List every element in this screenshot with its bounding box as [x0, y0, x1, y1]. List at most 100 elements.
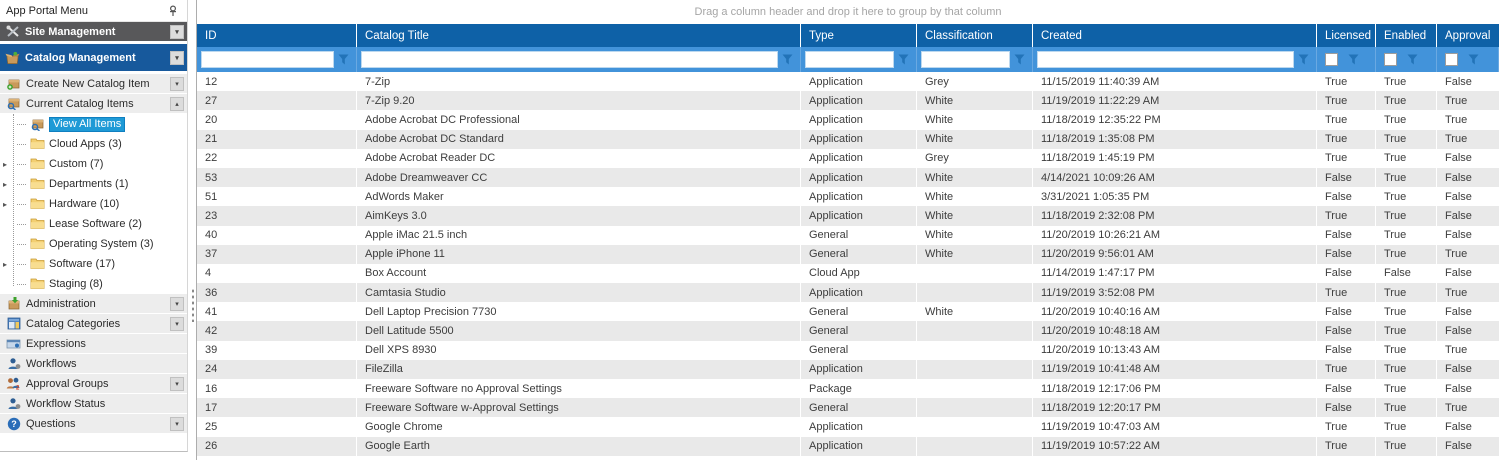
filter-funnel-icon[interactable]: [1403, 54, 1421, 65]
table-row[interactable]: 127-ZipApplicationGrey11/15/2019 11:40:3…: [197, 72, 1499, 91]
sidebar-item-label: Site Management: [25, 26, 165, 38]
sidebar-item-expressions[interactable]: Expressions: [0, 334, 187, 354]
cell-licensed: False: [1317, 302, 1376, 321]
cell-licensed: True: [1317, 110, 1376, 129]
filter-input-created[interactable]: [1037, 51, 1294, 68]
table-row[interactable]: 51AdWords MakerApplicationWhite3/31/2021…: [197, 187, 1499, 206]
filter-checkbox-enabled[interactable]: [1384, 53, 1397, 66]
table-row[interactable]: 53Adobe Dreamweaver CCApplicationWhite4/…: [197, 168, 1499, 187]
column-header-classification[interactable]: Classification: [917, 24, 1033, 47]
cell-enabled: True: [1376, 379, 1437, 398]
cell-created: 11/18/2019 12:35:22 PM: [1033, 110, 1317, 129]
grid-filter-row: [197, 47, 1499, 72]
cell-id: 4: [197, 264, 357, 283]
cell-created: 11/15/2019 11:40:39 AM: [1033, 72, 1317, 91]
tree-item-operating-system-3[interactable]: Operating System (3): [0, 234, 187, 254]
cell-id: 22: [197, 149, 357, 168]
table-row[interactable]: 21Adobe Acrobat DC StandardApplicationWh…: [197, 130, 1499, 149]
column-header-type[interactable]: Type: [801, 24, 917, 47]
tree-item-custom-7[interactable]: ▸ Custom (7): [0, 154, 187, 174]
cell-type: Application: [801, 437, 917, 456]
filter-input-id[interactable]: [201, 51, 334, 68]
folder-icon: [30, 157, 45, 171]
tree-item-cloud-apps-3[interactable]: Cloud Apps (3): [0, 134, 187, 154]
table-row[interactable]: 41Dell Laptop Precision 7730GeneralWhite…: [197, 302, 1499, 321]
column-header-licensed[interactable]: Licensed: [1317, 24, 1376, 47]
table-row[interactable]: 39Dell XPS 8930General11/20/2019 10:13:4…: [197, 341, 1499, 360]
dropdown-button[interactable]: ▾: [170, 417, 184, 431]
expand-arrow-icon[interactable]: ▸: [3, 160, 12, 169]
sidebar-item-administration[interactable]: Administration▾: [0, 294, 187, 314]
filter-input-type[interactable]: [805, 51, 894, 68]
filter-funnel-icon[interactable]: [1344, 54, 1362, 65]
sidebar-item-approval-groups[interactable]: 2Approval Groups▾: [0, 374, 187, 394]
dropdown-button[interactable]: ▾: [170, 77, 184, 91]
tree-item-software-17[interactable]: ▸Software (17): [0, 254, 187, 274]
collapse-button[interactable]: ▴: [170, 97, 184, 111]
table-row[interactable]: 22Adobe Acrobat Reader DCApplicationGrey…: [197, 149, 1499, 168]
tree-item-hardware-10[interactable]: ▸Hardware (10): [0, 194, 187, 214]
sidebar-item-workflows[interactable]: Workflows: [0, 354, 187, 374]
dropdown-button[interactable]: ▾: [170, 377, 184, 391]
sidebar-item-catalog-categories[interactable]: Catalog Categories▾: [0, 314, 187, 334]
filter-funnel-icon[interactable]: [1464, 54, 1482, 65]
filter-funnel-icon[interactable]: [1294, 54, 1312, 65]
table-row[interactable]: 277-Zip 9.20ApplicationWhite11/19/2019 1…: [197, 91, 1499, 110]
table-row[interactable]: 25Google ChromeApplication11/19/2019 10:…: [197, 417, 1499, 436]
column-header-enabled[interactable]: Enabled: [1376, 24, 1437, 47]
table-row[interactable]: 26Google EarthApplication11/19/2019 10:5…: [197, 437, 1499, 456]
filter-funnel-icon[interactable]: [894, 54, 912, 65]
table-row[interactable]: 16Freeware Software no Approval Settings…: [197, 379, 1499, 398]
tree-item-lease-software-2[interactable]: Lease Software (2): [0, 214, 187, 234]
table-row[interactable]: 36Camtasia StudioApplication11/19/2019 3…: [197, 283, 1499, 302]
expand-arrow-icon[interactable]: ▸: [3, 180, 12, 189]
sidebar-section-site-management[interactable]: Site Management ▾: [0, 22, 187, 41]
table-row[interactable]: 23AimKeys 3.0ApplicationWhite11/18/2019 …: [197, 206, 1499, 225]
expand-arrow-icon[interactable]: ▸: [3, 200, 12, 209]
tree-item-view-all-items[interactable]: View All Items: [0, 114, 187, 134]
column-header-approval[interactable]: Approval: [1437, 24, 1499, 47]
dropdown-button[interactable]: ▾: [170, 51, 184, 65]
column-header-created[interactable]: Created: [1033, 24, 1317, 47]
expand-arrow-icon[interactable]: ▸: [3, 260, 12, 269]
grid-header-row: IDCatalog TitleTypeClassificationCreated…: [197, 24, 1499, 47]
cell-enabled: False: [1376, 264, 1437, 283]
cell-licensed: False: [1317, 226, 1376, 245]
table-row[interactable]: 24FileZillaApplication11/19/2019 10:41:4…: [197, 360, 1499, 379]
table-row[interactable]: 17Freeware Software w-Approval SettingsG…: [197, 398, 1499, 417]
sidebar-item-current-catalog-items[interactable]: Current Catalog Items▴: [0, 94, 187, 114]
cell-approval: True: [1437, 341, 1499, 360]
tree-item-departments-1[interactable]: ▸Departments (1): [0, 174, 187, 194]
tree-item-label: Custom (7): [49, 158, 187, 170]
dropdown-button[interactable]: ▾: [170, 317, 184, 331]
tree-item-staging-8[interactable]: Staging (8): [0, 274, 187, 294]
table-row[interactable]: 42Dell Latitude 5500General11/20/2019 10…: [197, 321, 1499, 340]
cell-created: 11/18/2019 2:32:08 PM: [1033, 206, 1317, 225]
sidebar-section-catalog-management[interactable]: Catalog Management▾: [0, 44, 187, 71]
filter-input-classification[interactable]: [921, 51, 1010, 68]
dropdown-button[interactable]: ▾: [170, 297, 184, 311]
cell-catalog-title: Adobe Dreamweaver CC: [357, 168, 801, 187]
column-header-catalog-title[interactable]: Catalog Title: [357, 24, 801, 47]
dropdown-button[interactable]: ▾: [170, 25, 184, 39]
sidebar-item-create-new-catalog-item[interactable]: Create New Catalog Item▾: [0, 74, 187, 94]
cell-licensed: True: [1317, 91, 1376, 110]
splitter-grip[interactable]: [191, 288, 195, 322]
filter-funnel-icon[interactable]: [1010, 54, 1028, 65]
people-icon: 2: [6, 377, 21, 391]
cell-licensed: False: [1317, 264, 1376, 283]
filter-checkbox-licensed[interactable]: [1325, 53, 1338, 66]
sidebar-item-workflow-status[interactable]: Workflow Status: [0, 394, 187, 414]
table-row[interactable]: 4Box AccountCloud App11/14/2019 1:47:17 …: [197, 264, 1499, 283]
filter-checkbox-approval[interactable]: [1445, 53, 1458, 66]
group-drop-zone[interactable]: Drag a column header and drop it here to…: [197, 0, 1499, 24]
table-row[interactable]: 20Adobe Acrobat DC ProfessionalApplicati…: [197, 110, 1499, 129]
filter-input-catalog-title[interactable]: [361, 51, 778, 68]
filter-funnel-icon[interactable]: [778, 54, 796, 65]
table-row[interactable]: 37Apple iPhone 11GeneralWhite11/20/2019 …: [197, 245, 1499, 264]
sidebar-item-questions[interactable]: ?Questions▾: [0, 414, 187, 434]
pin-icon[interactable]: [165, 4, 180, 18]
column-header-id[interactable]: ID: [197, 24, 357, 47]
filter-funnel-icon[interactable]: [334, 54, 352, 65]
table-row[interactable]: 40Apple iMac 21.5 inchGeneralWhite11/20/…: [197, 226, 1499, 245]
